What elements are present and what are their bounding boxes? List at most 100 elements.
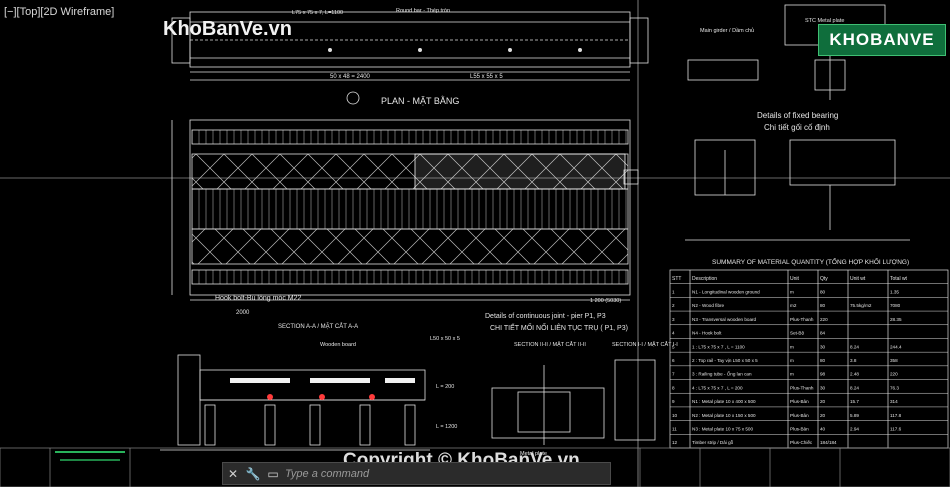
joint-title-en: Details of continuous joint - pier P1, P… bbox=[485, 313, 606, 320]
table-cell: Timber strip / Dải gỗ bbox=[692, 439, 734, 445]
fixed-bearing-title-vi: Chi tiết gối cố định bbox=[764, 123, 830, 132]
table-cell: 30 bbox=[820, 344, 826, 349]
table-cell: 2.48 bbox=[850, 372, 859, 377]
table-cell: 11 bbox=[672, 426, 677, 431]
table-cell: 314 bbox=[890, 399, 898, 404]
plan-view bbox=[171, 119, 639, 301]
table-cell: 1.35 bbox=[890, 290, 899, 295]
close-icon[interactable]: ✕ bbox=[223, 464, 243, 483]
table-cell: 28.35 bbox=[890, 317, 902, 322]
table-cell: Set-Bộ bbox=[790, 331, 804, 336]
table-cell: m2 bbox=[790, 303, 797, 308]
fixed-bearing-title-en: Details of fixed bearing bbox=[757, 111, 838, 120]
marker-red-right bbox=[369, 394, 375, 400]
table-cell: 80 bbox=[820, 358, 826, 363]
table-cell: 8.24 bbox=[850, 344, 859, 349]
table-cell: N1 : Metal plate 10 x 400 x 500 bbox=[692, 399, 756, 404]
table-cell: Plus-Bản bbox=[790, 399, 809, 404]
table-cell: 358 bbox=[890, 358, 898, 363]
table-header-cell: Description bbox=[692, 276, 717, 282]
table-cell: N3 : Metal plate 10 x 75 x 500 bbox=[692, 426, 753, 431]
table-cell: 12 bbox=[672, 440, 678, 445]
marker-red-mid bbox=[319, 394, 325, 400]
table-cell: 3 bbox=[672, 317, 675, 322]
table-cell: N2 - Wood fibre bbox=[692, 303, 725, 308]
round-bar-label: Round bar - Thép tròn bbox=[396, 8, 450, 14]
table-cell: N4 - Hook bolt bbox=[692, 331, 722, 336]
watermark-top: KhoBanVe.vn bbox=[163, 18, 292, 40]
hook-bolt-label: Hook bolt-Bu lông móc M22 bbox=[215, 295, 301, 302]
cad-drawing: 50 x 48 = 2400 L55 x 55 x 5 Round bar - … bbox=[0, 0, 950, 487]
command-prompt-icon: ▭ bbox=[267, 466, 279, 481]
table-cell: 1 bbox=[672, 290, 675, 295]
table-cell: 8.24 bbox=[850, 385, 859, 390]
table-cell: 117.6 bbox=[890, 426, 902, 431]
table-cell: 220 bbox=[820, 317, 828, 322]
table-cell: 20 bbox=[820, 413, 826, 418]
table-cell: 30 bbox=[820, 385, 826, 390]
command-input[interactable] bbox=[283, 466, 610, 481]
table-cell: 3 : Railing tube - Ống lan can bbox=[692, 371, 752, 377]
table-cell: 4 : L75 x 75 x 7 , L = 200 bbox=[692, 385, 743, 390]
table-cell: Plus-Thanh bbox=[790, 385, 814, 390]
north-arrow-icon bbox=[346, 91, 360, 105]
dim-50: 50 x 48 = 2400 bbox=[330, 74, 371, 80]
dim-1200: 1 200 (5030) bbox=[590, 298, 621, 304]
table-cell: N3 - Transversal wooden board bbox=[692, 317, 757, 322]
table-cell: Plus-Bản bbox=[790, 426, 809, 431]
brand-logo-text: KHOBANVE bbox=[829, 30, 935, 49]
table-header-cell: Unit wt bbox=[850, 276, 866, 282]
table-cell: m bbox=[790, 290, 794, 295]
section-aa-title: SECTION A-A / MẶT CẮT A-A bbox=[278, 322, 358, 330]
table-cell: 117.8 bbox=[890, 413, 902, 418]
dim-2000: 2000 bbox=[236, 310, 250, 316]
table-header-cell: STT bbox=[672, 276, 681, 282]
table-cell: 2.94 bbox=[850, 426, 859, 431]
table-cell: 244.4 bbox=[890, 344, 902, 349]
table-cell: 2 : Top rail - Tay vịn L50 x 50 x 5 bbox=[692, 358, 758, 363]
l1200-label: L = 1200 bbox=[436, 424, 457, 430]
table-cell: m bbox=[790, 358, 794, 363]
table-cell: m bbox=[790, 372, 794, 377]
table-cell: 184/184 bbox=[820, 440, 837, 445]
table-cell: 3.8 bbox=[850, 358, 857, 363]
main-girder-label: Main girder / Dầm chủ bbox=[700, 27, 754, 34]
brand-logo: KHOBANVE bbox=[818, 24, 946, 56]
command-line[interactable]: ✕ 🔧 ▭ bbox=[222, 462, 611, 485]
table-cell: 40 bbox=[820, 426, 826, 431]
table-cell: N2 : Metal plate 10 x 150 x 500 bbox=[692, 413, 756, 418]
table-cell: 76.3 bbox=[890, 385, 899, 390]
joint-title-vi: CHI TIẾT MỐI NỐI LIÊN TỤC TRỤ ( P1, P3) bbox=[490, 322, 628, 332]
table-cell: 9 bbox=[672, 399, 675, 404]
l50-label: L50 x 50 x 5 bbox=[430, 336, 460, 342]
table-cell: 5.89 bbox=[850, 413, 859, 418]
table-cell: 75.5kg/m2 bbox=[850, 303, 872, 308]
material-table-title: SUMMARY OF MATERIAL QUANTITY (TỔNG HỢP K… bbox=[712, 256, 909, 266]
marker-red-left bbox=[267, 394, 273, 400]
table-cell: 5 bbox=[672, 344, 675, 349]
table-cell: N1 - Longitudinal wooden ground bbox=[692, 290, 760, 295]
material-table-rows: STT Description Unit Qty Unit wt Total wt 1 N1 … bbox=[670, 276, 948, 449]
section-i-title: SECTION I-I / MẶT CẮT I-I bbox=[612, 340, 678, 348]
table-cell: 2 bbox=[672, 303, 675, 308]
table-header-cell: Total wt bbox=[890, 276, 908, 282]
table-cell: 10 bbox=[672, 413, 678, 418]
table-cell: Plus-Bản bbox=[790, 413, 809, 418]
table-cell: 8 bbox=[672, 385, 675, 390]
table-cell: 220 bbox=[890, 372, 898, 377]
table-header-cell: Qty bbox=[820, 276, 828, 282]
section-ii-title: SECTION II-II / MẶT CẮT II-II bbox=[514, 340, 586, 348]
table-cell: 80 bbox=[820, 290, 826, 295]
l75-label: L75 x 75 x 7, L=1100 bbox=[292, 10, 343, 16]
table-cell: 1 : L75 x 75 x 7 , L = 1100 bbox=[692, 344, 745, 349]
table-cell: Plus-Chiếc bbox=[790, 440, 813, 445]
wood-board-label: Wooden board bbox=[320, 342, 356, 348]
table-cell: Plus-Thanh bbox=[790, 317, 814, 322]
plan-title: PLAN - MẶT BẰNG bbox=[381, 96, 459, 106]
section-aa-view bbox=[160, 354, 430, 451]
table-cell: 7 bbox=[672, 372, 675, 377]
table-cell: 6 bbox=[672, 358, 675, 363]
wrench-icon[interactable]: 🔧 bbox=[243, 464, 263, 483]
l200-label: L = 200 bbox=[436, 384, 454, 390]
table-cell: 20 bbox=[820, 399, 826, 404]
